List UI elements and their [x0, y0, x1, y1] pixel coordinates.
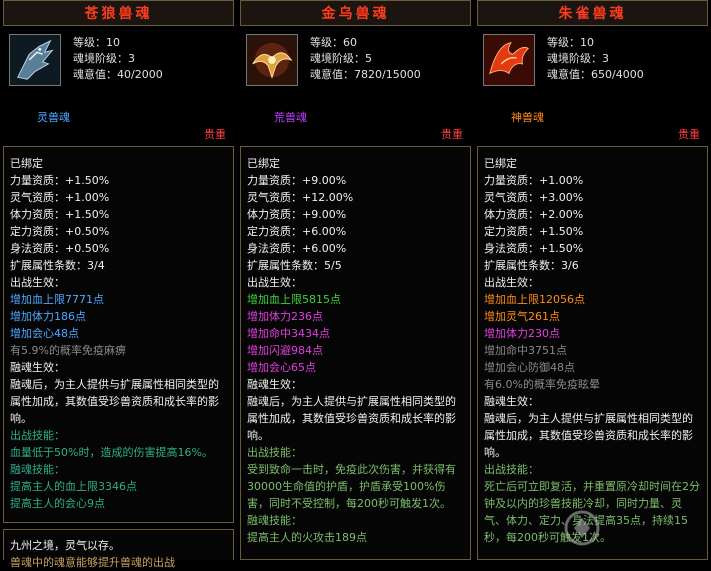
- attribute-line: 增加会心65点: [247, 361, 316, 374]
- attribute-line: 融魂生效：: [10, 361, 65, 374]
- attribute-line: 增加命中3751点: [484, 344, 567, 357]
- golden-crow-soul-icon[interactable]: [246, 34, 298, 86]
- attribute-line: 出战技能：: [10, 429, 65, 442]
- attribute-line: 灵气资质：+12.00%: [247, 191, 354, 204]
- attribute-line: 增加会心48点: [10, 327, 79, 340]
- soul-type: 神兽魂: [511, 111, 544, 124]
- soul-value-text: 魂意值：7820/15000: [310, 68, 421, 81]
- panel-title-bar: 金乌兽魂: [240, 0, 471, 26]
- attribute-line: 出战技能：: [484, 463, 539, 476]
- attribute-line: 身法资质：+1.50%: [484, 242, 584, 255]
- soul-panel-jinwu: 金乌兽魂 等级：60 魂境阶级：5 魂意值：7820/15000 荒兽魂 贵重 …: [240, 0, 471, 560]
- weight-tag: 贵重: [678, 128, 700, 141]
- attribute-line: 有6.0%的概率免疫眩晕: [484, 378, 600, 391]
- soul-type: 荒兽魂: [274, 111, 307, 124]
- attribute-line: 身法资质：+0.50%: [10, 242, 110, 255]
- soul-stats: 等级：10 魂境阶级：3 魂意值：650/4000: [547, 35, 644, 83]
- attribute-line: 身法资质：+6.00%: [247, 242, 347, 255]
- panel-title-bar: 苍狼兽魂: [3, 0, 234, 26]
- wolf-soul-icon[interactable]: [9, 34, 61, 86]
- attribute-line: 出战技能：: [247, 446, 302, 459]
- attribute-line: 扩展属性条数：5/5: [247, 259, 342, 272]
- attribute-line: 出战生效：: [484, 276, 539, 289]
- attribute-line: 融魂技能：: [10, 463, 65, 476]
- attribute-line: 有5.9%的概率免疫麻痹: [10, 344, 126, 357]
- attribute-line: 增加命中3434点: [247, 327, 330, 340]
- attribute-list: 已绑定力量资质：+9.00% 灵气资质：+12.00% 体力资质：+9.00% 定力资…: [241, 147, 470, 546]
- panel-header: 等级：10 魂境阶级：3 魂意值：650/4000 神兽魂 贵重: [477, 26, 708, 146]
- panel-title: 朱雀兽魂: [558, 6, 627, 22]
- attribute-line: 扩展属性条数：3/6: [484, 259, 579, 272]
- attribute-line: 提高主人的会心9点: [10, 497, 105, 510]
- attribute-line: 提高主人的血上限3346点: [10, 480, 137, 493]
- attribute-line: 出战生效：: [247, 276, 302, 289]
- attribute-line: 扩展属性条数：3/4: [10, 259, 105, 272]
- lore-line: 九州之境，灵气以存。: [10, 539, 120, 552]
- attribute-line: 灵气资质：+1.00%: [10, 191, 110, 204]
- lore-line: 兽魂中的魂意能够提升兽魂的出战: [10, 556, 175, 569]
- level-text: 等级：60: [310, 36, 357, 49]
- attribute-line: 融魂后，为主人提供与扩展属性相同类型的属性加成，其数值受珍兽资质和成长率的影响。: [484, 412, 693, 459]
- weight-tag: 贵重: [204, 128, 226, 141]
- attribute-line: 增加体力230点: [484, 327, 560, 340]
- panel-body: 已绑定力量资质：+1.00% 灵气资质：+3.00% 体力资质：+2.00% 定力资质…: [477, 146, 708, 560]
- panel-title: 金乌兽魂: [321, 6, 390, 22]
- attribute-line: 体力资质：+1.50%: [10, 208, 110, 221]
- attribute-line: 已绑定: [247, 157, 280, 170]
- attribute-line: 融魂后，为主人提供与扩展属性相同类型的属性加成，其数值受珍兽资质和成长率的影响。: [10, 378, 219, 425]
- attribute-line: 灵气资质：+3.00%: [484, 191, 584, 204]
- attribute-line: 力量资质：+1.50%: [10, 174, 110, 187]
- attribute-line: 受到致命一击时，免疫此次伤害，并获得有30000生命值的护盾，护盾承受100%伤…: [247, 463, 456, 510]
- attribute-line: 增加会心防御48点: [484, 361, 575, 374]
- panel-title-bar: 朱雀兽魂: [477, 0, 708, 26]
- attribute-line: 体力资质：+2.00%: [484, 208, 584, 221]
- tier-text: 魂境阶级：3: [547, 52, 609, 65]
- soul-value-text: 魂意值：650/4000: [547, 68, 644, 81]
- vermilion-bird-soul-icon[interactable]: [483, 34, 535, 86]
- attribute-line: 定力资质：+1.50%: [484, 225, 584, 238]
- panel-body: 已绑定力量资质：+9.00% 灵气资质：+12.00% 体力资质：+9.00% 定力资…: [240, 146, 471, 560]
- attribute-line: 增加血上限12056点: [484, 293, 585, 306]
- attribute-line: 体力资质：+9.00%: [247, 208, 347, 221]
- attribute-line: 增加灵气261点: [484, 310, 560, 323]
- attribute-line: 定力资质：+0.50%: [10, 225, 110, 238]
- tier-text: 魂境阶级：3: [73, 52, 135, 65]
- attribute-line: 融魂生效：: [247, 378, 302, 391]
- weight-tag: 贵重: [441, 128, 463, 141]
- attribute-line: 血量低于50%时，造成的伤害提高16%。: [10, 446, 213, 459]
- attribute-line: 已绑定: [484, 157, 517, 170]
- soul-type: 灵兽魂: [37, 111, 70, 124]
- panel-header: 等级：60 魂境阶级：5 魂意值：7820/15000 荒兽魂 贵重: [240, 26, 471, 146]
- soul-value-text: 魂意值：40/2000: [73, 68, 163, 81]
- panel-title: 苍狼兽魂: [84, 6, 153, 22]
- soul-panel-canglang: 苍狼兽魂 等级：10 魂境阶级：3 魂意值：40/2000 灵兽魂 贵重 已绑定…: [3, 0, 234, 560]
- attribute-line: 增加血上限5815点: [247, 293, 341, 306]
- watermark-logo-icon: [564, 510, 600, 546]
- tier-text: 魂境阶级：5: [310, 52, 372, 65]
- attribute-line: 定力资质：+6.00%: [247, 225, 347, 238]
- attribute-line: 力量资质：+1.00%: [484, 174, 584, 187]
- attribute-list: 已绑定力量资质：+1.50% 灵气资质：+1.00% 体力资质：+1.50% 定力资质…: [4, 147, 233, 512]
- attribute-line: 融魂技能：: [247, 514, 302, 527]
- attribute-line: 增加血上限7771点: [10, 293, 104, 306]
- attribute-line: 融魂后，为主人提供与扩展属性相同类型的属性加成，其数值受珍兽资质和成长率的影响。: [247, 395, 456, 442]
- panel-body: 已绑定力量资质：+1.50% 灵气资质：+1.00% 体力资质：+1.50% 定力资质…: [3, 146, 234, 523]
- attribute-line: 增加体力186点: [10, 310, 86, 323]
- attribute-line: 增加体力236点: [247, 310, 323, 323]
- attribute-line: 融魂生效：: [484, 395, 539, 408]
- soul-stats: 等级：60 魂境阶级：5 魂意值：7820/15000: [310, 35, 421, 83]
- lore-box: 九州之境，灵气以存。 兽魂中的魂意能够提升兽魂的出战: [3, 529, 234, 569]
- attribute-list: 已绑定力量资质：+1.00% 灵气资质：+3.00% 体力资质：+2.00% 定力资质…: [478, 147, 707, 546]
- attribute-line: 力量资质：+9.00%: [247, 174, 347, 187]
- level-text: 等级：10: [73, 36, 120, 49]
- soul-stats: 等级：10 魂境阶级：3 魂意值：40/2000: [73, 35, 163, 83]
- attribute-line: 增加闪避984点: [247, 344, 323, 357]
- attribute-line: 已绑定: [10, 157, 43, 170]
- attribute-line: 提高主人的火攻击189点: [247, 531, 367, 544]
- panel-header: 等级：10 魂境阶级：3 魂意值：40/2000 灵兽魂 贵重: [3, 26, 234, 146]
- attribute-line: 出战生效：: [10, 276, 65, 289]
- soul-panel-zhuque: 朱雀兽魂 等级：10 魂境阶级：3 魂意值：650/4000 神兽魂 贵重 已绑…: [477, 0, 708, 560]
- level-text: 等级：10: [547, 36, 594, 49]
